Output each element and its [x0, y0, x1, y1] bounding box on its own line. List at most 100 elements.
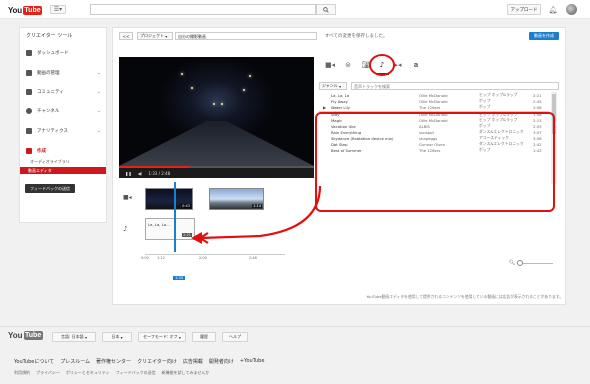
- video-preview[interactable]: [119, 57, 314, 166]
- audio-clip-label: La, La, La...: [148, 222, 170, 227]
- sidebar-title: クリエイター ツール: [26, 33, 73, 39]
- footer-link[interactable]: 著作権センター: [96, 358, 131, 365]
- zoom-out-icon[interactable]: 🔍︎: [509, 260, 515, 266]
- logo-you: You: [8, 5, 22, 15]
- project-dropdown-label: プロジェクト: [140, 33, 164, 38]
- play-icon[interactable]: ▶: [323, 105, 326, 110]
- upload-button[interactable]: アップロード: [507, 4, 541, 15]
- total-time: 2:48: [161, 170, 171, 176]
- history-button[interactable]: 履歴: [192, 332, 216, 342]
- footer-link[interactable]: YouTubeについて: [14, 358, 54, 365]
- clip-duration: 0:43: [181, 204, 191, 208]
- notice-text: YouTube動画エディタを使用して提供されるコンテンツを使用している動画には広…: [366, 294, 563, 299]
- sidebar-item-label: 作成: [37, 148, 46, 154]
- playhead-time: 1:33: [173, 276, 186, 280]
- feedback-button[interactable]: フィードバックの送信: [25, 184, 75, 193]
- sidebar-item-dashboard[interactable]: ダッシュボード: [20, 44, 106, 61]
- sidebar-item-label: アナリティクス: [37, 128, 69, 134]
- footer-link[interactable]: プレスルーム: [60, 358, 90, 365]
- creator-sidebar: クリエイター ツール ダッシュボード 動画の管理 ⌄ コミュニティ ⌄ チャンネ…: [19, 27, 107, 223]
- ruler-tick: 2:00: [199, 256, 207, 260]
- sidebar-item-video-manager[interactable]: 動画の管理 ⌄: [20, 64, 106, 81]
- footer-link[interactable]: クリエイター向け: [137, 358, 177, 365]
- search-icon: [323, 6, 329, 13]
- sidebar-item-label: ダッシュボード: [37, 50, 69, 56]
- footer-link[interactable]: ポリシーとセキュリティ: [66, 370, 110, 376]
- track-duration: 2:45: [533, 98, 542, 104]
- sidebar-item-channel[interactable]: チャンネル ⌄: [20, 102, 106, 119]
- timeline-clip[interactable]: 0:43: [145, 188, 193, 210]
- audio-clip-duration: 2:21: [182, 233, 192, 237]
- tab-video-clips[interactable]: ■◂: [325, 60, 335, 70]
- footer-logo[interactable]: You Tube: [8, 331, 43, 340]
- current-time: 1:33: [148, 170, 158, 176]
- playhead[interactable]: [174, 182, 176, 252]
- safety-mode-button[interactable]: セーフモード: オフ ▾: [138, 332, 186, 342]
- dashboard-icon: [26, 49, 32, 56]
- guide-menu-button[interactable]: ☰▾: [50, 5, 66, 14]
- footer-links: YouTubeについて プレスルーム 著作権センター クリエイター向け 広告掲載…: [14, 358, 264, 365]
- tab-text[interactable]: a: [411, 60, 421, 70]
- language-label: 言語: 日本語: [61, 334, 84, 339]
- footer-link[interactable]: 利用規約: [14, 370, 30, 376]
- annotation-circle: [369, 54, 395, 76]
- list-item[interactable]: ▶ Water Lily The 126ers ポップ 2:58: [319, 104, 549, 110]
- logo-tube: Tube: [23, 331, 43, 340]
- search-button[interactable]: [316, 4, 336, 15]
- track-artist: The 126ers: [419, 104, 441, 110]
- help-label: ヘルプ: [229, 334, 241, 339]
- video-editor-panel: << プロジェクト ▾ 自分の撮影動画 すべての変更を保存しました。 動画を作成…: [112, 27, 566, 305]
- back-button[interactable]: <<: [119, 32, 133, 40]
- transition-icon: ▸◂: [394, 61, 402, 69]
- sidebar-item-create[interactable]: 作成: [20, 142, 106, 159]
- sidebar-item-community[interactable]: コミュニティ ⌄: [20, 83, 106, 100]
- logo-tube: Tube: [22, 5, 43, 15]
- notification-bell-icon[interactable]: 🔔︎: [548, 4, 558, 15]
- footer-link[interactable]: 広告掲載: [183, 358, 203, 365]
- create-icon: [26, 147, 32, 154]
- language-button[interactable]: 言語: 日本語 ▾: [52, 332, 96, 342]
- youtube-logo[interactable]: You Tube: [8, 4, 43, 16]
- audio-search-input[interactable]: [351, 82, 559, 90]
- footer-link[interactable]: 新機能を試してみませんか: [162, 370, 210, 376]
- menu-icon: ☰▾: [53, 6, 63, 13]
- channel-icon: [26, 107, 32, 114]
- genre-dropdown[interactable]: ジャンル ▾: [319, 82, 347, 90]
- search-input[interactable]: [90, 4, 316, 15]
- track-duration: 2:58: [533, 104, 542, 110]
- sidebar-item-analytics[interactable]: アナリティクス ⌄: [20, 122, 106, 139]
- help-button[interactable]: ヘルプ: [222, 332, 248, 342]
- ruler-tick: 0:00: [141, 256, 149, 260]
- footer-link[interactable]: フィードバックの送信: [116, 370, 156, 376]
- timeline-audio-clip[interactable]: La, La, La... 2:21: [145, 218, 195, 240]
- track-title: La, La, La: [331, 92, 350, 98]
- creative-commons-icon: ⊜: [345, 61, 351, 69]
- genre-dropdown-label: ジャンル: [322, 83, 338, 88]
- create-video-button[interactable]: 動画を作成: [529, 32, 559, 40]
- chevron-down-icon: ⌄: [96, 107, 101, 114]
- volume-icon[interactable]: ◀): [138, 171, 143, 176]
- audio-track-icon: ♪: [123, 225, 128, 233]
- country-button[interactable]: 日本 ▾: [102, 332, 132, 342]
- footer-link[interactable]: 開発者向け: [209, 358, 234, 365]
- safety-label: セーフモード: オフ: [143, 334, 178, 339]
- project-dropdown[interactable]: プロジェクト ▾: [137, 32, 173, 40]
- sidebar-sub-audio-library[interactable]: オーディオライブラリ: [30, 159, 70, 165]
- timeline-ruler: 0:00 1:12 2:00 2:48: [141, 254, 285, 260]
- sidebar-sub-video-editor[interactable]: 動画エディタ: [20, 167, 106, 174]
- timeline-clip[interactable]: 1:14: [209, 188, 264, 210]
- footer-link[interactable]: +YouTube: [240, 358, 265, 365]
- zoom-slider-handle[interactable]: [517, 260, 523, 266]
- track-duration: 2:21: [533, 92, 542, 98]
- logo-you: You: [8, 331, 23, 340]
- project-title-input[interactable]: 自分の撮影動画: [175, 32, 317, 40]
- chevron-down-icon: ⌄: [96, 88, 101, 95]
- footer-link[interactable]: プライバシー: [36, 370, 60, 376]
- ruler-tick: 1:12: [157, 256, 165, 260]
- pause-icon[interactable]: ❚❚: [125, 171, 132, 176]
- tab-creative-commons[interactable]: ⊜: [343, 60, 353, 70]
- annotation-box: [315, 112, 555, 212]
- community-icon: [26, 88, 32, 95]
- footer-secondary-links: 利用規約 プライバシー ポリシーとセキュリティ フィードバックの送信 新機能を試…: [14, 370, 209, 376]
- avatar[interactable]: [566, 4, 577, 15]
